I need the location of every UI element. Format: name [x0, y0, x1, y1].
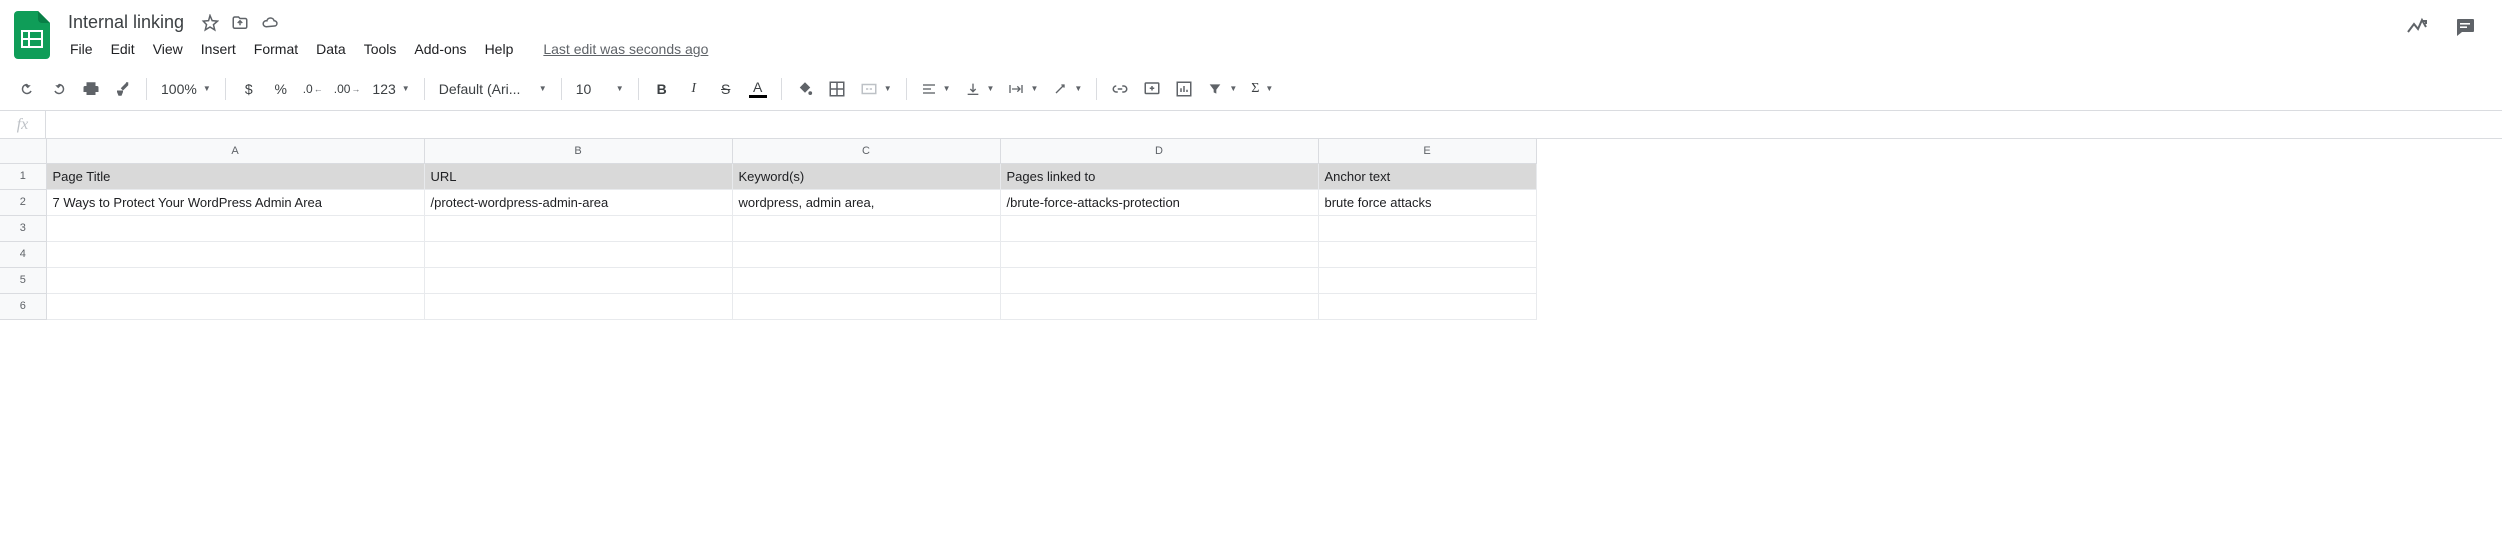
row-header-3[interactable]: 3: [0, 215, 46, 241]
font-dropdown[interactable]: Default (Ari...▼: [433, 74, 553, 104]
functions-dropdown[interactable]: Σ▼: [1245, 74, 1279, 104]
row-header-4[interactable]: 4: [0, 241, 46, 267]
row-header-2[interactable]: 2: [0, 189, 46, 215]
borders-button[interactable]: [822, 74, 852, 104]
menu-edit[interactable]: Edit: [103, 37, 143, 61]
cell-A5[interactable]: [46, 267, 424, 293]
cell-B4[interactable]: [424, 241, 732, 267]
menu-help[interactable]: Help: [477, 37, 522, 61]
cell-C5[interactable]: [732, 267, 1000, 293]
menu-bar: File Edit View Insert Format Data Tools …: [62, 37, 2404, 67]
cloud-icon[interactable]: [260, 13, 280, 33]
cell-A4[interactable]: [46, 241, 424, 267]
increase-decimal-button[interactable]: .00→: [330, 74, 365, 104]
menu-tools[interactable]: Tools: [356, 37, 405, 61]
percent-button[interactable]: %: [266, 74, 296, 104]
cell-C1[interactable]: Keyword(s): [732, 163, 1000, 189]
last-edit-link[interactable]: Last edit was seconds ago: [543, 41, 708, 57]
bold-button[interactable]: B: [647, 74, 677, 104]
font-size-dropdown[interactable]: 10▼: [570, 74, 630, 104]
italic-button[interactable]: I: [679, 74, 709, 104]
redo-button[interactable]: [44, 74, 74, 104]
comment-button[interactable]: [1137, 74, 1167, 104]
cell-B2[interactable]: /protect-wordpress-admin-area: [424, 189, 732, 215]
cell-A2[interactable]: 7 Ways to Protect Your WordPress Admin A…: [46, 189, 424, 215]
cell-A1[interactable]: Page Title: [46, 163, 424, 189]
fill-color-button[interactable]: [790, 74, 820, 104]
cell-D2[interactable]: /brute-force-attacks-protection: [1000, 189, 1318, 215]
cell-D5[interactable]: [1000, 267, 1318, 293]
currency-button[interactable]: $: [234, 74, 264, 104]
spreadsheet-grid[interactable]: ABCDE 1Page TitleURLKeyword(s)Pages linke…: [0, 139, 2502, 320]
chart-button[interactable]: [1169, 74, 1199, 104]
column-header-C[interactable]: C: [732, 139, 1000, 163]
select-all-corner[interactable]: [0, 139, 46, 163]
cell-A6[interactable]: [46, 293, 424, 319]
fx-icon: fx: [0, 111, 46, 138]
cell-D3[interactable]: [1000, 215, 1318, 241]
comments-icon[interactable]: [2452, 14, 2478, 40]
cell-D6[interactable]: [1000, 293, 1318, 319]
link-button[interactable]: [1105, 74, 1135, 104]
cell-E6[interactable]: [1318, 293, 1536, 319]
cell-E3[interactable]: [1318, 215, 1536, 241]
cell-E1[interactable]: Anchor text: [1318, 163, 1536, 189]
cell-B1[interactable]: URL: [424, 163, 732, 189]
toolbar: 100%▼ $ % .0← .00→ 123▼ Default (Ari...▼…: [0, 67, 2502, 111]
filter-dropdown[interactable]: ▼: [1201, 74, 1243, 104]
undo-button[interactable]: [12, 74, 42, 104]
rotate-dropdown[interactable]: ▼: [1046, 74, 1088, 104]
column-header-B[interactable]: B: [424, 139, 732, 163]
cell-E5[interactable]: [1318, 267, 1536, 293]
star-icon[interactable]: [200, 13, 220, 33]
strikethrough-button[interactable]: S: [711, 74, 741, 104]
cell-C4[interactable]: [732, 241, 1000, 267]
merge-dropdown[interactable]: ▼: [854, 74, 898, 104]
row-header-5[interactable]: 5: [0, 267, 46, 293]
doc-header: Internal linking File Edit View Insert F…: [0, 0, 2502, 67]
cell-D4[interactable]: [1000, 241, 1318, 267]
formula-input[interactable]: [46, 111, 2502, 138]
column-header-A[interactable]: A: [46, 139, 424, 163]
cell-C2[interactable]: wordpress, admin area,: [732, 189, 1000, 215]
move-icon[interactable]: [230, 13, 250, 33]
row-header-1[interactable]: 1: [0, 163, 46, 189]
print-button[interactable]: [76, 74, 106, 104]
column-header-D[interactable]: D: [1000, 139, 1318, 163]
column-header-E[interactable]: E: [1318, 139, 1536, 163]
activity-icon[interactable]: [2404, 14, 2430, 40]
cell-C6[interactable]: [732, 293, 1000, 319]
h-align-dropdown[interactable]: ▼: [915, 74, 957, 104]
cell-E4[interactable]: [1318, 241, 1536, 267]
cell-B3[interactable]: [424, 215, 732, 241]
cell-B5[interactable]: [424, 267, 732, 293]
paint-format-button[interactable]: [108, 74, 138, 104]
menu-data[interactable]: Data: [308, 37, 354, 61]
menu-format[interactable]: Format: [246, 37, 306, 61]
cell-D1[interactable]: Pages linked to: [1000, 163, 1318, 189]
cell-A3[interactable]: [46, 215, 424, 241]
v-align-dropdown[interactable]: ▼: [959, 74, 1001, 104]
cell-E2[interactable]: brute force attacks: [1318, 189, 1536, 215]
wrap-dropdown[interactable]: ▼: [1002, 74, 1044, 104]
zoom-dropdown[interactable]: 100%▼: [155, 74, 217, 104]
text-color-button[interactable]: A: [743, 74, 773, 104]
more-formats-dropdown[interactable]: 123▼: [366, 74, 415, 104]
cell-C3[interactable]: [732, 215, 1000, 241]
sheets-logo[interactable]: [12, 8, 52, 62]
doc-title[interactable]: Internal linking: [62, 10, 190, 35]
formula-bar: fx: [0, 111, 2502, 139]
menu-insert[interactable]: Insert: [193, 37, 244, 61]
title-area: Internal linking File Edit View Insert F…: [62, 8, 2404, 67]
decrease-decimal-button[interactable]: .0←: [298, 74, 328, 104]
cell-B6[interactable]: [424, 293, 732, 319]
menu-addons[interactable]: Add-ons: [406, 37, 474, 61]
row-header-6[interactable]: 6: [0, 293, 46, 319]
menu-file[interactable]: File: [62, 37, 101, 61]
menu-view[interactable]: View: [145, 37, 191, 61]
